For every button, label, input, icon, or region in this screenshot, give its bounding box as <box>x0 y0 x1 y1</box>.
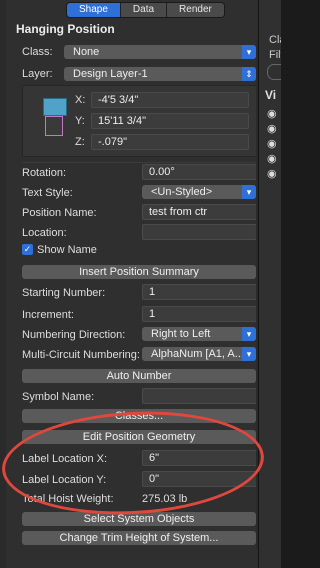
z-label: Z: <box>75 136 85 148</box>
text-style-select[interactable]: <Un-Styled> ▾ <box>142 185 256 199</box>
right-pane-text-1: Cla <box>269 34 281 46</box>
palette-tabs: Shape Data Render <box>66 2 225 18</box>
eye-icon[interactable]: ◉ <box>267 124 279 135</box>
position-preview-icon <box>43 98 67 116</box>
chevron-down-icon: ▾ <box>242 327 256 341</box>
text-style-value: <Un-Styled> <box>151 186 213 198</box>
eye-icon[interactable]: ◉ <box>267 169 279 180</box>
multi-circuit-value: AlphaNum [A1, A... <box>151 348 244 360</box>
tab-render[interactable]: Render <box>167 3 224 17</box>
z-field[interactable]: -.079" <box>91 134 249 150</box>
multi-circuit-select[interactable]: AlphaNum [A1, A... ▾ <box>142 347 256 361</box>
numbering-direction-select[interactable]: Right to Left ▾ <box>142 327 256 341</box>
selection-preview-icon <box>45 116 63 136</box>
divider <box>22 162 256 163</box>
class-label: Class: <box>22 46 53 58</box>
location-label: Location: <box>22 227 67 239</box>
eye-icon[interactable]: ◉ <box>267 139 279 150</box>
show-name-checkbox[interactable]: ✓ <box>22 244 33 255</box>
search-field[interactable] <box>267 64 281 80</box>
layer-value: Design Layer-1 <box>73 68 148 80</box>
right-pane: Cla Filt Vi ◉ ◉ ◉ ◉ ◉ <box>258 0 281 568</box>
symbol-name-field[interactable] <box>142 388 257 404</box>
tab-data[interactable]: Data <box>120 3 168 17</box>
y-label: Y: <box>75 115 85 127</box>
location-field[interactable] <box>142 224 257 240</box>
class-select[interactable]: None ▾ <box>64 45 256 59</box>
increment-field[interactable]: 1 <box>142 306 257 322</box>
change-trim-height-button[interactable]: Change Trim Height of System... <box>22 531 256 545</box>
updown-chevron-icon: ⇕ <box>242 67 256 81</box>
starting-number-label: Starting Number: <box>22 287 106 299</box>
coordinate-box: X: -4'5 3/4" Y: 15'11 3/4" Z: -.079" <box>22 85 258 157</box>
chevron-down-icon: ▾ <box>242 185 256 199</box>
panel-title: Hanging Position <box>16 22 115 36</box>
chevron-down-icon: ▾ <box>242 347 256 361</box>
right-pane-text-2: Filt <box>269 49 281 61</box>
y-field[interactable]: 15'11 3/4" <box>91 113 249 129</box>
text-style-label: Text Style: <box>22 187 73 199</box>
position-name-field[interactable]: test from ctr <box>142 204 257 220</box>
auto-number-button[interactable]: Auto Number <box>22 369 256 383</box>
multi-circuit-label: Multi-Circuit Numbering: <box>22 349 140 361</box>
eye-icon[interactable]: ◉ <box>267 109 279 120</box>
chevron-down-icon: ▾ <box>242 45 256 59</box>
eye-icon[interactable]: ◉ <box>267 154 279 165</box>
symbol-name-label: Symbol Name: <box>22 391 95 403</box>
right-pane-header: Vi <box>265 88 277 102</box>
starting-number-field[interactable]: 1 <box>142 284 257 300</box>
layer-label: Layer: <box>22 68 53 80</box>
insert-position-summary-button[interactable]: Insert Position Summary <box>22 265 256 279</box>
class-value: None <box>73 46 100 58</box>
rotation-label: Rotation: <box>22 167 67 179</box>
tab-shape[interactable]: Shape <box>67 3 121 17</box>
numbering-direction-value: Right to Left <box>151 328 211 340</box>
x-label: X: <box>75 94 86 106</box>
select-system-objects-button[interactable]: Select System Objects <box>22 512 256 526</box>
increment-label: Increment: <box>22 309 74 321</box>
rotation-field[interactable]: 0.00° <box>142 164 257 180</box>
position-name-label: Position Name: <box>22 207 97 219</box>
show-name-label: Show Name <box>37 244 97 256</box>
x-field[interactable]: -4'5 3/4" <box>91 92 249 108</box>
layer-select[interactable]: Design Layer-1 ⇕ <box>64 67 256 81</box>
numbering-direction-label: Numbering Direction: <box>22 329 126 341</box>
